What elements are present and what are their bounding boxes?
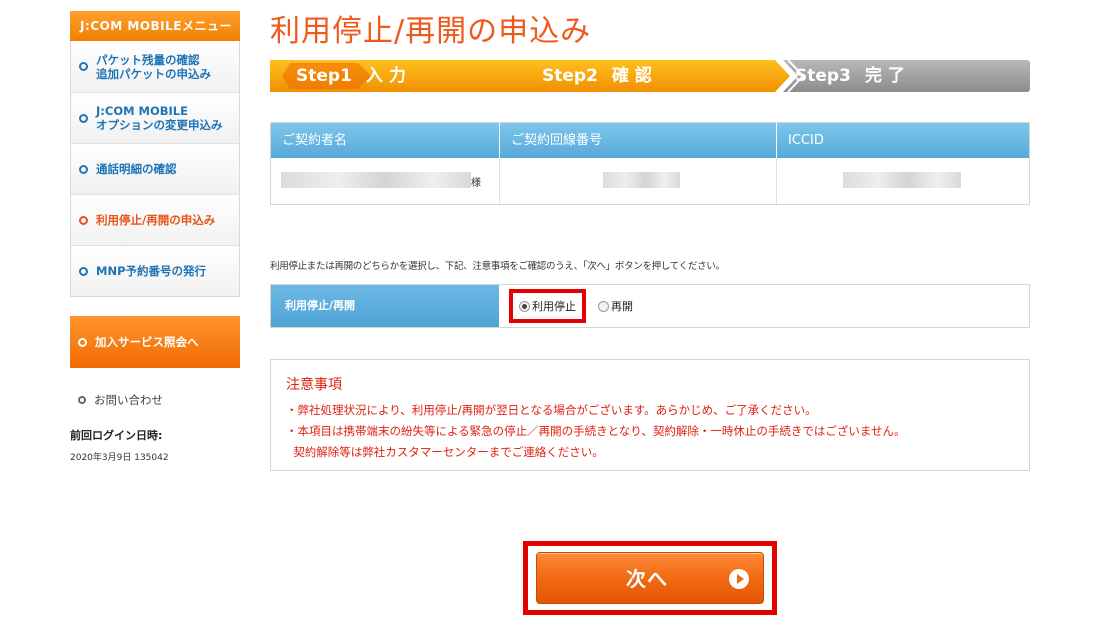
notice-title: 注意事項 — [286, 377, 342, 393]
sidebar-item-label: MNP予約番号の発行 — [96, 264, 206, 278]
sidebar-menu: J:COM MOBILEメニュー パケット残量の確認 追加パケットの申込み J:… — [70, 11, 240, 463]
status-label: 利用停止/再開 — [271, 285, 499, 327]
circle-bullet-icon — [79, 113, 88, 123]
next-button-highlight: 次へ — [523, 541, 777, 615]
contract-info-table: ご契約者名 ご契約回線番号 ICCID 様 — [270, 122, 1030, 205]
header-iccid: ICCID — [777, 123, 1029, 158]
radio-resume-option: 再開 — [598, 298, 633, 314]
sidebar-item-suspend-resume[interactable]: 利用停止/再開の申込み — [71, 194, 239, 245]
circle-bullet-icon — [79, 266, 88, 276]
redacted-name — [281, 172, 471, 188]
notice-line-1: ・弊社処理状況により、利用停止/再開が翌日となる場合がございます。あらかじめ、ご… — [286, 403, 817, 417]
next-button-label: 次へ — [626, 567, 668, 591]
notice-line-3: 契約解除等は弊社カスタマーセンターまでご連絡ください。 — [286, 445, 604, 459]
service-inquiry-button[interactable]: 加入サービス照会へ — [70, 316, 240, 368]
sidebar-item-option[interactable]: J:COM MOBILE オプションの変更申込み — [71, 92, 239, 143]
honorific-suffix: 様 — [471, 178, 481, 189]
circle-bullet-icon — [78, 396, 86, 404]
sidebar-item-mnp[interactable]: MNP予約番号の発行 — [71, 245, 239, 296]
radio-suspend[interactable] — [519, 300, 530, 312]
header-line-number: ご契約回線番号 — [500, 123, 777, 158]
sidebar-item-call-detail[interactable]: 通話明細の確認 — [71, 143, 239, 194]
step-3: Step3 完了 — [795, 60, 911, 92]
circle-bullet-icon — [79, 215, 88, 225]
line-number-cell — [500, 158, 777, 204]
sidebar-item-packet[interactable]: パケット残量の確認 追加パケットの申込み — [71, 41, 239, 92]
contact-link[interactable]: お問い合わせ — [70, 393, 240, 407]
page-title: 利用停止/再開の申込み — [270, 14, 592, 49]
notice-box: 注意事項 ・弊社処理状況により、利用停止/再開が翌日となる場合がございます。あら… — [270, 359, 1030, 471]
step-label: 完了 — [864, 66, 911, 86]
last-login-value: 2020年3月9日 135042 — [70, 453, 169, 463]
circle-bullet-icon — [79, 62, 88, 71]
redacted-iccid — [843, 172, 961, 188]
circle-bullet-icon — [78, 337, 87, 347]
sidebar-item-label: パケット残量の確認 追加パケットの申込み — [96, 52, 211, 81]
instruction-text: 利用停止または再開のどちらかを選択し、下記、注意事項をご確認のうえ、「次へ」ボタ… — [270, 261, 725, 272]
notice-line-2: ・本項目は携帯端末の紛失等による緊急の停止／再開の手続きとなり、契約解除・一時休… — [286, 424, 906, 438]
radio-suspend-label[interactable]: 利用停止 — [532, 298, 576, 314]
status-options: 利用停止 再開 — [499, 285, 633, 327]
step-number: Step1 — [296, 66, 352, 86]
last-login-label: 前回ログイン日時: — [70, 429, 163, 442]
step-number: Step2 — [542, 66, 598, 86]
highlight-frame: 利用停止 — [509, 289, 586, 323]
step-2: Step2 確認 — [542, 60, 658, 92]
contact-label: お問い合わせ — [94, 393, 163, 407]
circle-bullet-icon — [79, 164, 88, 174]
step-1: Step1 入力 — [296, 60, 412, 92]
radio-resume-label[interactable]: 再開 — [611, 298, 633, 314]
header-contractor-name: ご契約者名 — [271, 123, 500, 158]
step-number: Step3 — [795, 66, 851, 86]
radio-resume[interactable] — [598, 300, 609, 312]
step-label: 確認 — [611, 66, 658, 86]
step-label: 入力 — [365, 66, 412, 86]
step-progress-bar: Step1 入力 Step2 確認 Step3 完了 — [270, 60, 1030, 92]
sidebar-item-label: 利用停止/再開の申込み — [96, 213, 216, 227]
service-inquiry-label: 加入サービス照会へ — [95, 335, 199, 349]
redacted-line-number — [603, 172, 680, 188]
sidebar-item-label: J:COM MOBILE オプションの変更申込み — [96, 104, 223, 132]
contractor-name-cell: 様 — [271, 158, 500, 204]
status-selection-row: 利用停止/再開 利用停止 再開 — [270, 284, 1030, 328]
sidebar-header: J:COM MOBILEメニュー — [70, 11, 240, 41]
sidebar-list: パケット残量の確認 追加パケットの申込み J:COM MOBILE オプションの… — [70, 41, 240, 297]
next-button[interactable]: 次へ — [536, 552, 764, 604]
iccid-cell — [777, 158, 1029, 204]
sidebar-item-label: 通話明細の確認 — [96, 162, 177, 176]
arrow-right-circle-icon — [729, 569, 749, 589]
